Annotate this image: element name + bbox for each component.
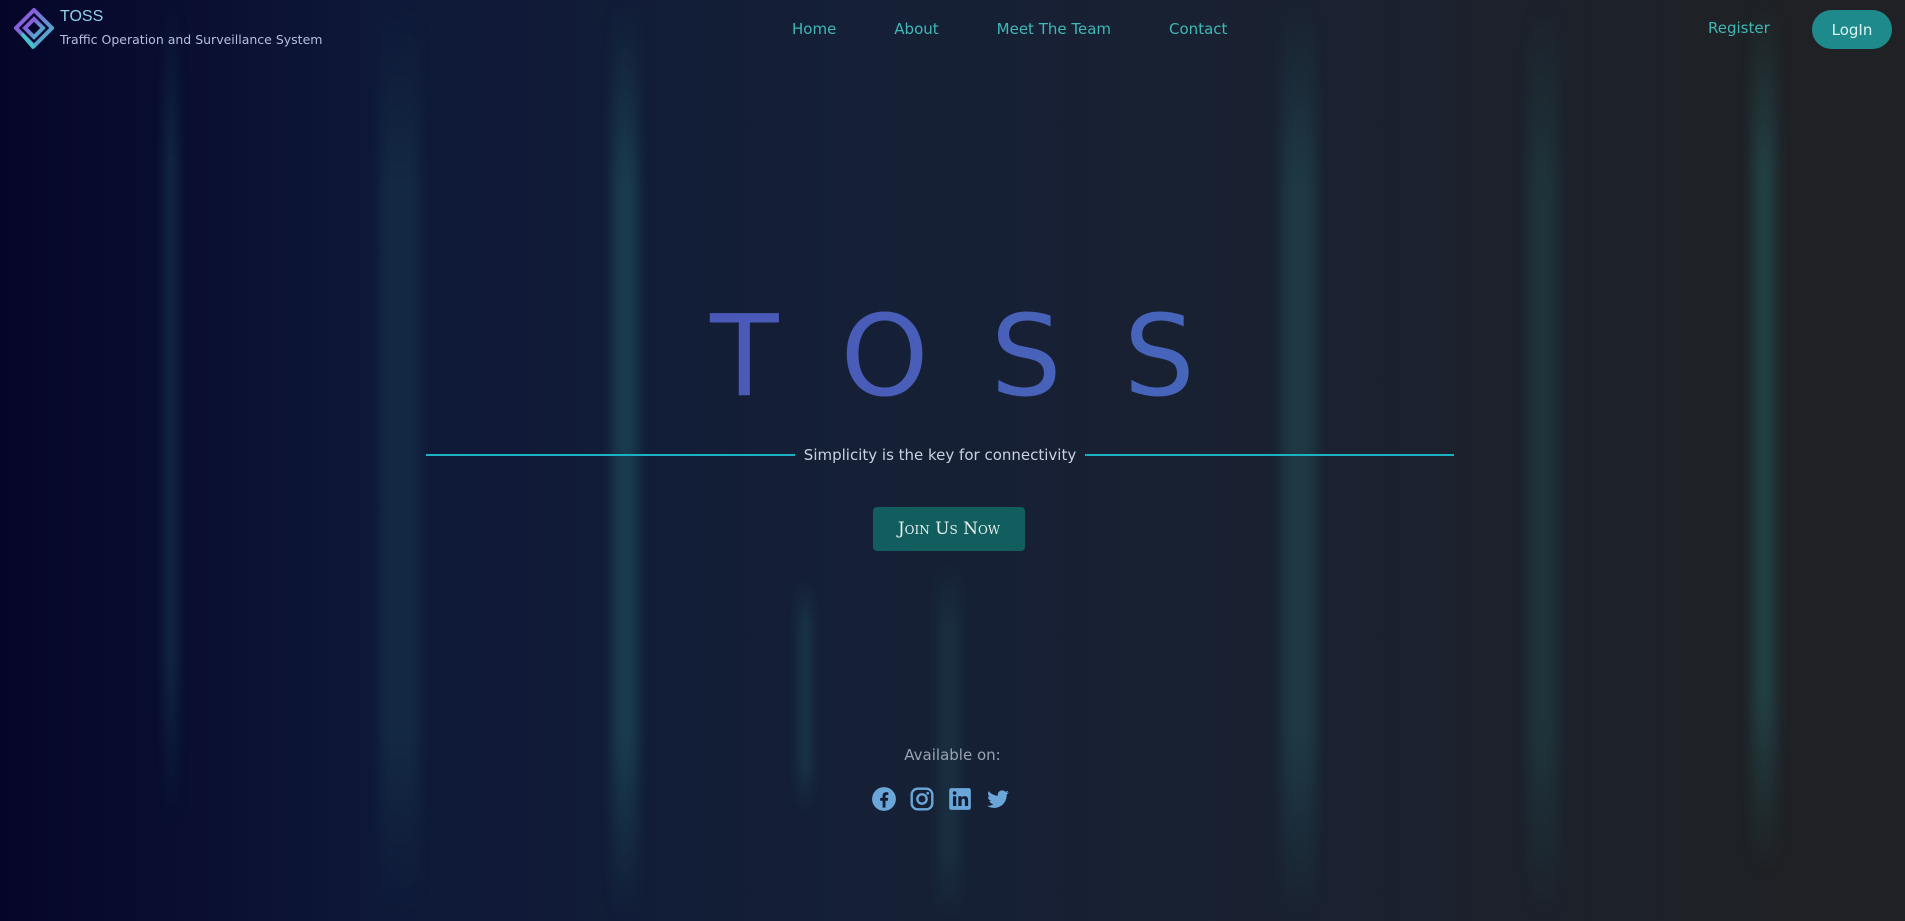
toss-logo-icon <box>14 8 54 50</box>
brand-name: TOSS <box>60 8 104 25</box>
tagline-row: Simplicity is the key for connectivity <box>426 446 1455 464</box>
tagline-divider-left <box>426 454 795 456</box>
hero-title: TOSS <box>0 292 1905 422</box>
social-links <box>871 786 1023 812</box>
login-button[interactable]: LogIn <box>1812 10 1892 49</box>
brand-subtitle: Traffic Operation and Surveillance Syste… <box>60 32 323 47</box>
tagline-divider-right <box>1085 454 1455 456</box>
nav-meet-the-team[interactable]: Meet The Team <box>997 20 1111 38</box>
main-nav: Home About Meet The Team Contact <box>792 20 1285 38</box>
nav-about[interactable]: About <box>894 20 938 38</box>
register-link[interactable]: Register <box>1708 19 1770 37</box>
top-navbar: TOSS Traffic Operation and Surveillance … <box>0 0 1905 60</box>
available-on-label: Available on: <box>904 746 1001 764</box>
instagram-icon[interactable] <box>909 786 935 812</box>
twitter-icon[interactable] <box>985 786 1011 812</box>
facebook-icon[interactable] <box>871 786 897 812</box>
nav-contact[interactable]: Contact <box>1169 20 1227 38</box>
join-us-button[interactable]: Join Us Now <box>873 507 1025 551</box>
nav-home[interactable]: Home <box>792 20 836 38</box>
linkedin-icon[interactable] <box>947 786 973 812</box>
tagline: Simplicity is the key for connectivity <box>803 446 1077 464</box>
brand[interactable]: TOSS Traffic Operation and Surveillance … <box>14 8 322 52</box>
